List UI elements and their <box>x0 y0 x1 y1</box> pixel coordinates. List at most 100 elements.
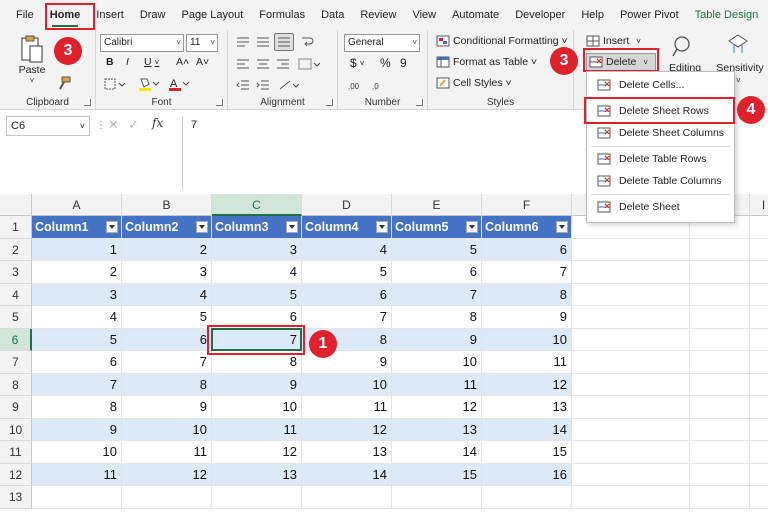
menu-item-delete-cells[interactable]: Delete Cells... <box>589 74 732 96</box>
table-cell[interactable]: 2 <box>32 261 122 284</box>
tab-automate[interactable]: Automate <box>444 0 507 30</box>
tab-home[interactable]: Home <box>42 0 89 30</box>
column-header-i[interactable]: I <box>750 194 768 216</box>
table-cell[interactable]: 14 <box>482 418 572 441</box>
comma-button[interactable]: 9 <box>400 56 407 70</box>
format-painter-icon[interactable] <box>57 76 71 90</box>
table-cell[interactable]: 11 <box>392 373 482 396</box>
bottom-align-button[interactable] <box>274 33 294 51</box>
tab-data[interactable]: Data <box>313 0 352 30</box>
orientation-icon[interactable] <box>278 79 300 91</box>
row-header-3[interactable]: 3 <box>0 261 32 284</box>
fill-color-icon[interactable] <box>138 77 160 91</box>
tab-review[interactable]: Review <box>352 0 404 30</box>
grid-cell[interactable] <box>572 328 690 351</box>
format-as-table-button[interactable]: Format as Table ˅ <box>436 56 537 68</box>
percent-button[interactable]: % <box>380 56 391 70</box>
sensitivity-icon[interactable] <box>726 33 750 57</box>
row-header-9[interactable]: 9 <box>0 396 32 419</box>
row-header-7[interactable]: 7 <box>0 351 32 374</box>
row-header-12[interactable]: 12 <box>0 463 32 486</box>
grid-cell[interactable] <box>32 486 122 509</box>
borders-icon[interactable] <box>104 78 126 90</box>
delete-button[interactable]: Delete ˅ <box>586 53 656 71</box>
row-header-2[interactable]: 2 <box>0 238 32 261</box>
table-cell[interactable]: 9 <box>392 328 482 351</box>
column-header-b[interactable]: B <box>122 194 212 216</box>
grid-cell[interactable] <box>690 373 750 396</box>
row-header-1[interactable]: 1 <box>0 216 32 239</box>
grid-cell[interactable] <box>122 486 212 509</box>
merge-center-icon[interactable] <box>298 58 320 70</box>
font-launcher-icon[interactable] <box>216 99 223 106</box>
grid-cell[interactable] <box>750 441 768 464</box>
grid-cell[interactable] <box>750 374 768 396</box>
align-right-icon[interactable] <box>276 58 290 70</box>
column-header-f[interactable]: F <box>482 194 572 216</box>
table-cell[interactable]: 5 <box>122 306 212 329</box>
table-header-cell[interactable]: Column1 <box>32 216 122 239</box>
table-cell[interactable]: 10 <box>482 328 572 351</box>
grid-cell[interactable] <box>750 464 768 486</box>
grid-cell[interactable] <box>572 283 690 306</box>
menu-item-delete-sheet[interactable]: Delete Sheet <box>589 196 732 218</box>
column-header-a[interactable]: A <box>32 194 122 216</box>
table-cell[interactable]: 4 <box>212 261 302 284</box>
tab-view[interactable]: View <box>404 0 444 30</box>
grid-cell[interactable] <box>572 463 690 486</box>
table-cell[interactable]: 3 <box>212 238 302 261</box>
table-cell[interactable]: 6 <box>302 283 392 306</box>
column-header-e[interactable]: E <box>392 194 482 216</box>
menu-item-delete-table-rows[interactable]: Delete Table Rows <box>589 148 732 170</box>
table-cell[interactable]: 10 <box>32 441 122 464</box>
table-cell[interactable]: 11 <box>302 396 392 419</box>
table-cell[interactable]: 8 <box>482 283 572 306</box>
table-cell[interactable]: 9 <box>32 418 122 441</box>
table-cell[interactable]: 5 <box>212 283 302 306</box>
grid-cell[interactable] <box>750 216 768 239</box>
enter-icon[interactable]: ✓ <box>128 117 139 133</box>
search-icon[interactable] <box>672 34 696 58</box>
row-header-8[interactable]: 8 <box>0 373 32 396</box>
table-header-cell[interactable]: Column4 <box>302 216 392 239</box>
table-cell[interactable]: 14 <box>392 441 482 464</box>
number-launcher-icon[interactable] <box>416 99 423 106</box>
table-cell[interactable]: 7 <box>302 306 392 329</box>
row-header-6[interactable]: 6 <box>0 328 32 351</box>
select-all-corner[interactable] <box>0 194 32 216</box>
clipboard-launcher-icon[interactable] <box>84 99 91 106</box>
row-header-4[interactable]: 4 <box>0 283 32 306</box>
align-center-icon[interactable] <box>256 58 270 70</box>
grid-cell[interactable] <box>690 351 750 374</box>
font-size-select[interactable]: 11 ˅ <box>186 34 218 52</box>
table-cell[interactable]: 5 <box>32 328 122 351</box>
grid-cell[interactable] <box>690 283 750 306</box>
table-cell[interactable]: 10 <box>212 396 302 419</box>
table-cell[interactable]: 7 <box>392 283 482 306</box>
grid-cell[interactable] <box>482 486 572 509</box>
grid-cell[interactable] <box>690 238 750 261</box>
menu-item-delete-table-columns[interactable]: Delete Table Columns <box>589 170 732 192</box>
table-cell[interactable]: 4 <box>302 238 392 261</box>
table-cell[interactable]: 3 <box>32 283 122 306</box>
table-cell[interactable]: 12 <box>392 396 482 419</box>
cell-styles-button[interactable]: Cell Styles ˅ <box>436 77 512 89</box>
tab-power-pivot[interactable]: Power Pivot <box>612 0 687 30</box>
alignment-launcher-icon[interactable] <box>326 99 333 106</box>
table-cell[interactable]: 14 <box>302 463 392 486</box>
grid-cell[interactable] <box>212 486 302 509</box>
shrink-font-button[interactable]: A˅ <box>196 56 209 68</box>
conditional-formatting-button[interactable]: Conditional Formatting ˅ <box>436 35 568 47</box>
table-cell[interactable]: 11 <box>122 441 212 464</box>
grid-cell[interactable] <box>750 284 768 306</box>
table-cell[interactable]: 9 <box>482 306 572 329</box>
font-color-icon[interactable]: A <box>168 77 190 91</box>
table-cell[interactable]: 15 <box>392 463 482 486</box>
table-header-cell[interactable]: Column6 <box>482 216 572 239</box>
tab-developer[interactable]: Developer <box>507 0 573 30</box>
table-cell[interactable]: 6 <box>32 351 122 374</box>
insert-button[interactable]: Insert ˅ <box>586 35 641 47</box>
table-cell[interactable]: 11 <box>212 418 302 441</box>
filter-dropdown-icon[interactable] <box>376 221 388 233</box>
grid-cell[interactable] <box>750 486 768 509</box>
